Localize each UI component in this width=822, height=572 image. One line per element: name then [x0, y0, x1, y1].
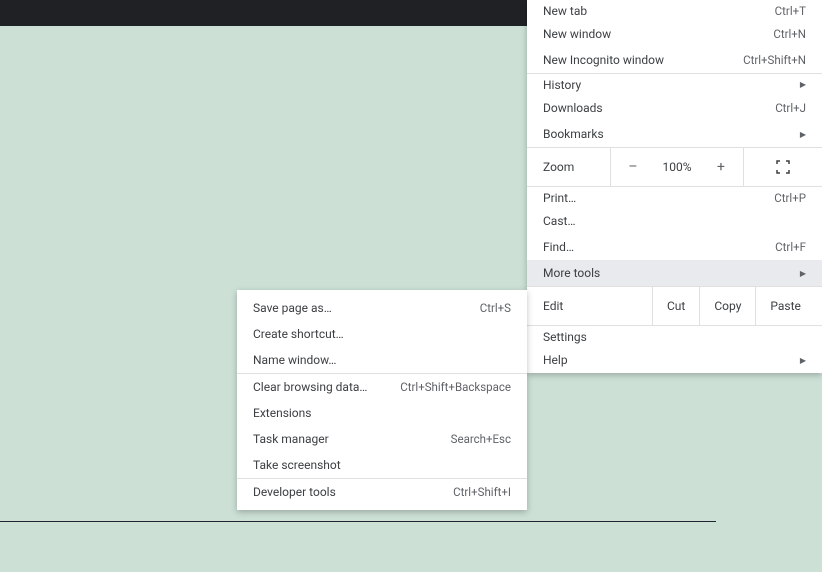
menu-new-window[interactable]: New window Ctrl+N [527, 21, 822, 47]
menu-help[interactable]: Help ▶ [527, 347, 822, 373]
edit-copy-button[interactable]: Copy [699, 287, 755, 325]
edit-paste-button[interactable]: Paste [755, 287, 815, 325]
menu-new-incognito[interactable]: New Incognito window Ctrl+Shift+N [527, 47, 822, 73]
menu-zoom-row: Zoom – 100% + [527, 147, 822, 187]
submenu-take-screenshot[interactable]: Take screenshot [237, 452, 527, 478]
menu-label: Downloads [543, 101, 603, 115]
zoom-label: Zoom [527, 148, 611, 186]
submenu-arrow-icon: ▶ [800, 80, 806, 89]
submenu-arrow-icon: ▶ [800, 356, 806, 365]
menu-bookmarks[interactable]: Bookmarks ▶ [527, 121, 822, 147]
edit-label: Edit [527, 287, 652, 325]
submenu-label: Extensions [253, 406, 311, 420]
submenu-label: Save page as… [253, 301, 332, 315]
menu-find[interactable]: Find… Ctrl+F [527, 234, 822, 260]
submenu-shortcut: Search+Esc [451, 432, 511, 446]
submenu-arrow-icon: ▶ [800, 269, 806, 278]
fullscreen-button[interactable] [744, 148, 822, 186]
menu-label: Print… [543, 191, 576, 205]
menu-edit-row: Edit Cut Copy Paste [527, 286, 822, 326]
submenu-label: Create shortcut… [253, 327, 344, 341]
submenu-name-window[interactable]: Name window… [237, 347, 527, 373]
menu-shortcut: Ctrl+N [773, 27, 806, 41]
chrome-main-menu: New tab Ctrl+T New window Ctrl+N New Inc… [527, 0, 822, 373]
submenu-create-shortcut[interactable]: Create shortcut… [237, 321, 527, 347]
menu-settings[interactable]: Settings [527, 326, 822, 347]
menu-history[interactable]: History ▶ [527, 74, 822, 95]
zoom-percent: 100% [655, 160, 699, 174]
submenu-shortcut: Ctrl+S [480, 301, 511, 315]
edit-cut-button[interactable]: Cut [652, 287, 699, 325]
menu-label: Bookmarks [543, 127, 604, 141]
menu-shortcut: Ctrl+P [774, 191, 806, 205]
menu-more-tools[interactable]: More tools ▶ [527, 260, 822, 286]
submenu-label: Task manager [253, 432, 329, 446]
submenu-arrow-icon: ▶ [800, 130, 806, 139]
zoom-out-button[interactable]: – [611, 148, 655, 186]
menu-label: More tools [543, 266, 600, 280]
zoom-in-button[interactable]: + [699, 148, 743, 186]
submenu-task-manager[interactable]: Task manager Search+Esc [237, 426, 527, 452]
submenu-extensions[interactable]: Extensions [237, 400, 527, 426]
submenu-shortcut: Ctrl+Shift+Backspace [400, 380, 511, 394]
submenu-label: Take screenshot [253, 458, 341, 472]
menu-label: History [543, 78, 581, 92]
submenu-clear-browsing[interactable]: Clear browsing data… Ctrl+Shift+Backspac… [237, 374, 527, 400]
submenu-label: Name window… [253, 353, 336, 367]
menu-label: Settings [543, 330, 587, 344]
menu-shortcut: Ctrl+F [775, 240, 806, 254]
menu-label: Find… [543, 240, 574, 254]
menu-print[interactable]: Print… Ctrl+P [527, 187, 822, 208]
more-tools-submenu: Save page as… Ctrl+S Create shortcut… Na… [237, 290, 527, 510]
submenu-label: Developer tools [253, 485, 336, 499]
fullscreen-icon [776, 160, 790, 174]
menu-cast[interactable]: Cast… [527, 208, 822, 234]
menu-new-tab[interactable]: New tab Ctrl+T [527, 0, 822, 21]
menu-label: New Incognito window [543, 53, 664, 67]
menu-label: Help [543, 353, 568, 367]
submenu-label: Clear browsing data… [253, 380, 367, 394]
submenu-developer-tools[interactable]: Developer tools Ctrl+Shift+I [237, 479, 527, 505]
submenu-save-page[interactable]: Save page as… Ctrl+S [237, 295, 527, 321]
menu-shortcut: Ctrl+T [775, 4, 806, 18]
menu-downloads[interactable]: Downloads Ctrl+J [527, 95, 822, 121]
menu-label: New window [543, 27, 611, 41]
page-underline [0, 521, 716, 522]
menu-shortcut: Ctrl+J [775, 101, 806, 115]
submenu-shortcut: Ctrl+Shift+I [453, 485, 511, 499]
menu-label: New tab [543, 4, 587, 18]
menu-shortcut: Ctrl+Shift+N [743, 53, 806, 67]
menu-label: Cast… [543, 214, 575, 228]
